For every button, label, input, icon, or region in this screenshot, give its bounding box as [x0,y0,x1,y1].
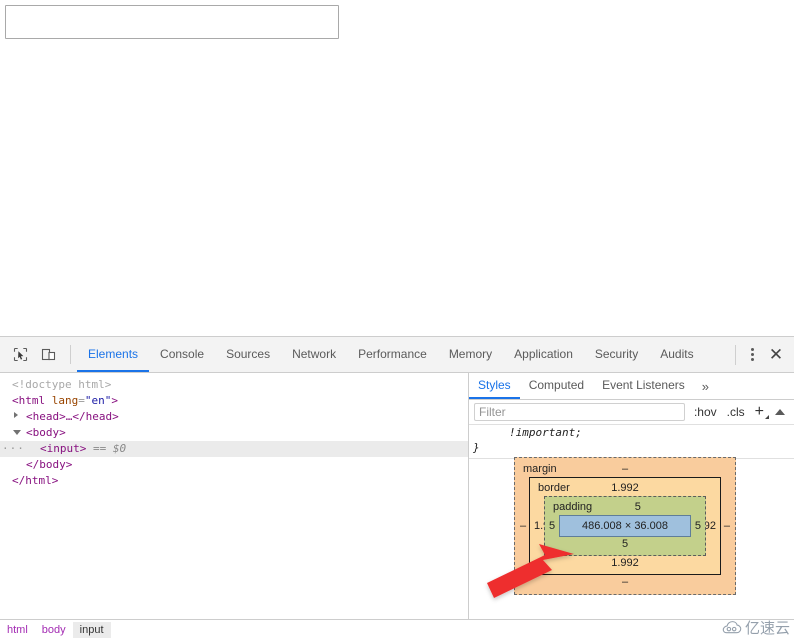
box-model-margin-top-row: margin – [515,462,735,477]
watermark-text: 亿速云 [744,619,790,637]
dom-overflow-dots[interactable]: ··· [2,441,25,457]
box-model-margin[interactable]: margin – – – border 1.992 1.992 1.992 [514,457,736,595]
styles-pane: Styles Computed Event Listeners » :hov .… [469,373,794,620]
html-lang-attr-name: lang [51,394,79,407]
page-viewport [0,0,794,336]
close-icon[interactable]: ✕ [764,346,794,363]
inspect-cursor-icon[interactable] [6,337,34,372]
box-model-diagram: margin – – – border 1.992 1.992 1.992 [514,457,736,595]
tab-application[interactable]: Application [503,337,584,372]
new-style-rule-button[interactable]: + [750,404,772,420]
box-model-margin-label: margin [523,463,557,475]
devtools-tablist: Elements Console Sources Network Perform… [77,337,733,372]
styles-content: !important; } margin – – – border 1.992 … [469,425,794,620]
body-open-tag: <body> [26,426,66,439]
caret-up-icon[interactable] [772,409,792,415]
styles-filter-bar: :hov .cls + [469,400,794,425]
box-model-padding-top[interactable]: 5 [635,500,641,515]
styles-filter-input[interactable] [474,403,685,421]
tab-console[interactable]: Console [149,337,215,372]
breadcrumb-item-body[interactable]: body [35,622,73,638]
device-toolbar-icon[interactable] [34,337,62,372]
box-model-padding-left[interactable]: 5 [549,520,555,532]
box-model-margin-left[interactable]: – [520,520,526,532]
input-console-ref: == $0 [92,442,127,455]
html-attr-equals: = [78,394,85,407]
head-tag-text: <head>…</head> [26,410,119,423]
html-open-tag: <html [12,394,46,407]
box-model-margin-right[interactable]: – [724,520,730,532]
devtools-panel: Elements Console Sources Network Perform… [0,336,794,640]
box-model-border-label: border [538,482,570,494]
dom-tree-pane[interactable]: <!doctype html> <html lang="en"> <head>…… [0,373,469,620]
css-rule-fragment[interactable]: !important; } [469,425,794,455]
dom-breadcrumb: html body input [0,619,794,640]
styles-tablist: Styles Computed Event Listeners » [469,373,794,400]
dom-line-html-close[interactable]: </html> [0,473,468,489]
box-model-padding-label: padding [553,501,593,513]
kebab-menu-icon[interactable] [740,348,764,361]
box-model-border-top-row: border 1.992 [530,481,720,496]
html-lang-attr-value: "en" [84,394,112,407]
toolbar-divider-right [735,344,736,365]
box-model-border-bottom[interactable]: 1.992 [530,556,720,571]
box-model-border-top[interactable]: 1.992 [611,481,639,496]
tab-memory[interactable]: Memory [438,337,503,372]
dom-line-html-open[interactable]: <html lang="en"> [0,393,468,409]
devtools-toolbar-right: ✕ [733,337,794,372]
dom-line-body-close[interactable]: </body> [0,457,468,473]
tab-event-listeners[interactable]: Event Listeners [593,373,694,399]
breadcrumb-item-input[interactable]: input [72,622,111,638]
tab-audits[interactable]: Audits [649,337,704,372]
tab-sources[interactable]: Sources [215,337,281,372]
chevron-right-icon[interactable] [14,412,18,418]
html-close-tag: </html> [12,474,59,487]
tab-elements[interactable]: Elements [77,337,150,372]
cloud-logo-icon [722,620,742,633]
toggle-element-classes-button[interactable]: .cls [722,405,750,419]
tab-security[interactable]: Security [584,337,649,372]
devtools-toolbar: Elements Console Sources Network Perform… [0,337,794,373]
input-tag: <input> [40,442,87,455]
page-text-input[interactable] [5,5,339,39]
dom-line-doctype[interactable]: <!doctype html> [0,377,468,393]
toolbar-divider [70,345,71,364]
box-model-border[interactable]: border 1.992 1.992 1.992 padding 5 5 [529,477,721,575]
box-model-margin-bottom[interactable]: – [515,575,735,590]
box-model-padding-top-row: padding 5 [545,500,705,515]
box-model-padding[interactable]: padding 5 5 5 486.008 × 36.008 5 [544,496,706,556]
dom-line-body-open[interactable]: <body> [0,425,468,441]
chevron-down-icon[interactable] [13,430,21,438]
dom-line-head[interactable]: <head>…</head> [0,409,468,425]
tab-styles[interactable]: Styles [469,373,520,399]
body-close-tag: </body> [26,458,73,471]
html-open-bracket: > [111,394,118,407]
watermark: 亿速云 [722,617,790,638]
tab-network[interactable]: Network [281,337,347,372]
tab-performance[interactable]: Performance [347,337,438,372]
tab-computed[interactable]: Computed [520,373,593,399]
toggle-hover-state-button[interactable]: :hov [689,405,722,419]
dom-line-input-selected[interactable]: ··· <input> == $0 [0,441,468,457]
box-model-padding-bottom[interactable]: 5 [545,537,705,552]
devtools-body: <!doctype html> <html lang="en"> <head>…… [0,373,794,620]
box-model-padding-right[interactable]: 5 [695,520,701,532]
box-model-content-size[interactable]: 486.008 × 36.008 [559,515,691,537]
css-closing-brace: } [473,441,480,454]
css-important-text: !important; [509,426,582,439]
breadcrumb-item-html[interactable]: html [0,622,35,638]
box-model-margin-top[interactable]: – [622,462,628,477]
more-tabs-icon[interactable]: » [694,373,717,399]
doctype-text: <!doctype html> [12,378,112,391]
